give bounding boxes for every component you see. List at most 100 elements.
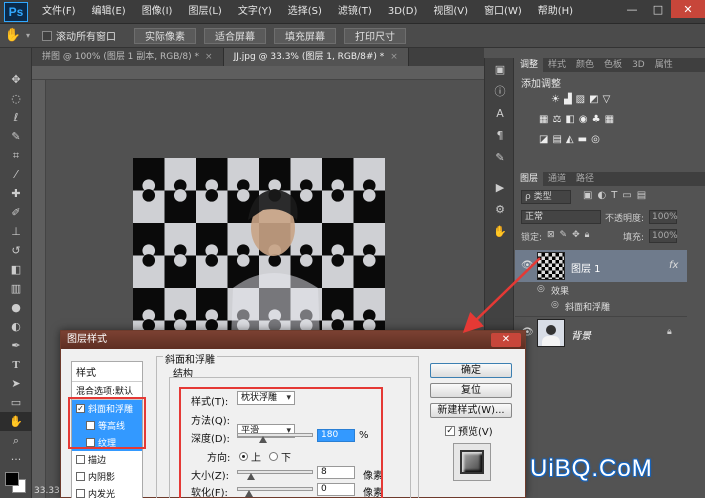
curves-icon[interactable]: ▨ [576, 94, 585, 105]
bevel-effect-row[interactable]: ◎ 斜面和浮雕 [515, 298, 687, 314]
tab-adjustments_panel-2[interactable]: 颜色 [571, 58, 599, 72]
close-button[interactable]: ✕ [671, 0, 705, 18]
move-tool-icon[interactable]: ✥ [0, 70, 32, 89]
lock-all-icon[interactable]: 🔒︎ [585, 230, 590, 240]
foreground-color-swatch[interactable] [5, 472, 19, 486]
menu-item[interactable]: 文字(Y) [230, 0, 280, 24]
print-size-button[interactable]: 打印尺寸 [344, 27, 407, 44]
menu-item[interactable]: 滤镜(T) [330, 0, 380, 24]
fx-badge[interactable]: fx [669, 260, 678, 271]
gradient-tool-icon[interactable]: ▥ [0, 279, 32, 298]
vertical-ruler[interactable] [32, 80, 46, 498]
fit-screen-button[interactable]: 适合屏幕 [204, 27, 267, 44]
hue-saturation-icon[interactable]: ▦ [539, 114, 548, 125]
close-tab-icon[interactable]: × [205, 52, 213, 62]
menu-item[interactable]: 视图(V) [425, 0, 476, 24]
menu-item[interactable]: 3D(D) [380, 0, 426, 24]
maximize-button[interactable]: □ [645, 0, 671, 18]
menu-item[interactable]: 图像(I) [134, 0, 181, 24]
tab-puzzle[interactable]: 拼图 @ 100% (图层 1 副本, RGB/8) * × [32, 48, 224, 66]
layer-name[interactable]: 背景 [571, 327, 591, 342]
properties-icon[interactable]: ⚙ [485, 198, 515, 220]
styles-header[interactable]: 样式 [72, 362, 142, 382]
menu-item[interactable]: 选择(S) [280, 0, 330, 24]
visibility-eye-icon[interactable]: 👁︎ [521, 260, 534, 271]
invert-icon[interactable]: ◪ [539, 134, 548, 145]
path-select-tool-icon[interactable]: ➤ [0, 374, 32, 393]
shape-filter-icon[interactable]: ▭ [622, 190, 631, 201]
style-item[interactable]: 内发光 [72, 485, 142, 498]
scroll-all-windows-checkbox[interactable]: 滚动所有窗口 [42, 28, 116, 43]
tab-layers_panel-1[interactable]: 通道 [543, 172, 571, 186]
preview-checkbox[interactable]: ✓ 预览(V) [445, 423, 493, 438]
brightness-icon[interactable]: ☀ [551, 94, 560, 105]
fill-screen-button[interactable]: 填充屏幕 [274, 27, 337, 44]
black-white-icon[interactable]: ◧ [565, 114, 574, 125]
adjustment-filter-icon[interactable]: ◐ [597, 190, 606, 201]
tab-adjustments_panel-0[interactable]: 调整 [515, 58, 544, 72]
color-lookup-icon[interactable]: ▦ [605, 114, 614, 125]
smart-object-filter-icon[interactable]: ▤ [637, 190, 646, 201]
layer-row-background[interactable]: 👁︎ 背景 🔒︎ [515, 316, 687, 348]
hand-tool-icon[interactable]: ✋ [0, 412, 32, 431]
fill-input[interactable]: 100% [649, 229, 678, 243]
menu-item[interactable]: 图层(L) [180, 0, 229, 24]
brush-presets-icon[interactable]: ✎ [485, 146, 515, 168]
tab-adjustments_panel-3[interactable]: 色板 [599, 58, 627, 72]
menu-item[interactable]: 窗口(W) [476, 0, 530, 24]
tab-adjustments_panel-4[interactable]: 3D [627, 58, 650, 72]
menu-item[interactable]: 文件(F) [34, 0, 84, 24]
gradient-map-icon[interactable]: ▬ [578, 134, 587, 145]
shape-tool-icon[interactable]: ▭ [0, 393, 32, 412]
actual-pixels-button[interactable]: 实际像素 [134, 27, 197, 44]
actions-icon[interactable]: ▶ [485, 176, 515, 198]
tab-jj[interactable]: JJ.jpg @ 33.3% (图层 1, RGB/8#) * × [223, 48, 409, 66]
info-icon[interactable]: ⓘ [485, 80, 515, 102]
ok-button[interactable]: 确定 [430, 363, 512, 378]
menu-item[interactable]: 编辑(E) [84, 0, 134, 24]
eraser-tool-icon[interactable]: ◧ [0, 260, 32, 279]
tool-preset-chevron-icon[interactable]: ▾ [26, 31, 30, 40]
new-style-button[interactable]: 新建样式(W)... [430, 403, 512, 418]
more-tools-icon[interactable]: ··· [0, 450, 32, 469]
photo-filter-icon[interactable]: ◉ [579, 114, 588, 125]
tool-presets-icon[interactable]: ✋ [485, 220, 515, 242]
blur-tool-icon[interactable]: ● [0, 298, 32, 317]
exposure-icon[interactable]: ◩ [589, 94, 598, 105]
quick-select-tool-icon[interactable]: ✎ [0, 127, 32, 146]
dialog-title-bar[interactable]: 图层样式 ✕ [61, 331, 525, 349]
pixel-filter-icon[interactable]: ▣ [583, 190, 592, 201]
marquee-tool-icon[interactable]: ◌ [0, 89, 32, 108]
posterize-icon[interactable]: ▤ [552, 134, 561, 145]
style-item[interactable]: 内阴影 [72, 468, 142, 485]
zoom-status[interactable]: 33.33 [34, 486, 60, 496]
lasso-tool-icon[interactable]: ℓ [0, 108, 32, 127]
minimize-button[interactable]: — [619, 0, 645, 18]
threshold-icon[interactable]: ◭ [566, 134, 574, 145]
style-item-checkbox[interactable] [76, 455, 85, 464]
pen-tool-icon[interactable]: ✒ [0, 336, 32, 355]
reset-button[interactable]: 复位 [430, 383, 512, 398]
close-tab-icon[interactable]: × [390, 52, 398, 62]
hand-tool-icon[interactable]: ✋ [0, 28, 26, 43]
dodge-tool-icon[interactable]: ◐ [0, 317, 32, 336]
style-item[interactable]: 描边 [72, 451, 142, 468]
style-item-checkbox[interactable] [76, 472, 85, 481]
levels-icon[interactable]: ▟ [564, 94, 572, 105]
layer-row-layer1[interactable]: 👁︎ 图层 1 fx [515, 250, 687, 282]
preview-check-box[interactable]: ✓ [445, 425, 455, 436]
paragraph-icon[interactable]: ¶ [485, 124, 515, 146]
history-icon[interactable]: ▣ [485, 58, 515, 80]
lock-position-icon[interactable]: ✥ [572, 230, 580, 240]
tab-layers_panel-2[interactable]: 路径 [571, 172, 599, 186]
effect-eye-icon[interactable]: ◎ [551, 300, 559, 310]
menu-item[interactable]: 帮助(H) [530, 0, 581, 24]
lock-paint-icon[interactable]: ✎ [560, 230, 568, 240]
vibrance-icon[interactable]: ▽ [603, 94, 611, 105]
effects-row[interactable]: ◎ 效果 [515, 282, 687, 298]
tab-adjustments_panel-5[interactable]: 属性 [650, 58, 678, 72]
opacity-input[interactable]: 100% [649, 210, 678, 224]
healing-brush-tool-icon[interactable]: ✚ [0, 184, 32, 203]
channel-mixer-icon[interactable]: ♣ [592, 114, 601, 125]
type-tool-icon[interactable]: T [0, 355, 32, 374]
